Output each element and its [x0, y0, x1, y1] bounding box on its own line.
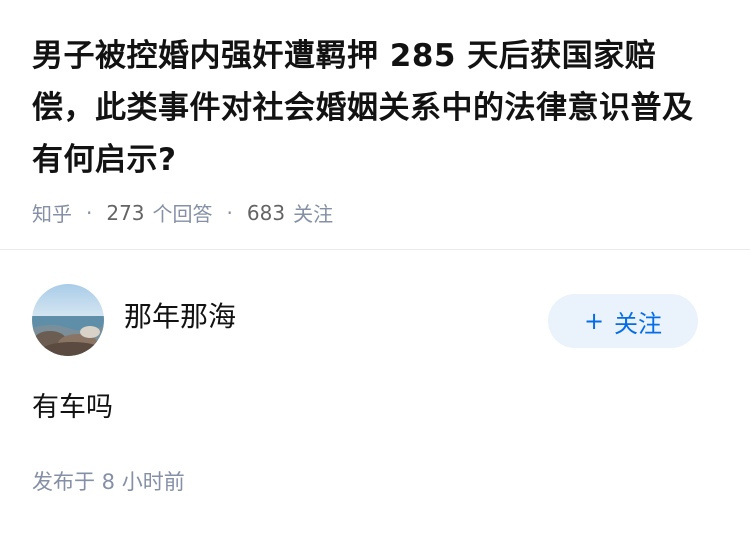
follow-button[interactable]: + 关注 — [548, 294, 698, 348]
author-row: 那年那海 + 关注 — [32, 284, 718, 356]
avatar[interactable] — [32, 284, 104, 356]
answer-count: 273 — [106, 200, 145, 225]
author-name[interactable]: 那年那海 — [124, 295, 236, 335]
publish-time: 发布于 8 小时前 — [32, 470, 185, 494]
meta-separator: · — [86, 200, 93, 225]
answer-count-label: 个回答 — [152, 202, 213, 226]
answer-card: 那年那海 + 关注 有车吗 发布于 8 小时前 — [0, 250, 750, 496]
source-label[interactable]: 知乎 — [32, 198, 72, 227]
question-header: 男子被控婚内强奸遭羁押 285 天后获国家赔偿，此类事件对社会婚姻关系中的法律意… — [0, 0, 750, 250]
question-title[interactable]: 男子被控婚内强奸遭羁押 285 天后获国家赔偿，此类事件对社会婚姻关系中的法律意… — [32, 30, 718, 186]
plus-icon: + — [583, 307, 605, 335]
follow-count-label: 关注 — [293, 202, 334, 226]
follow-count: 683 — [246, 200, 286, 225]
answer-content[interactable]: 有车吗 — [32, 388, 718, 428]
meta-separator: · — [226, 200, 233, 225]
zhihu-page: 男子被控婚内强奸遭羁押 285 天后获国家赔偿，此类事件对社会婚姻关系中的法律意… — [0, 0, 750, 534]
follow-button-label: 关注 — [614, 309, 663, 338]
avatar-image — [32, 284, 104, 356]
question-meta: 知乎 · 273 个回答 · 683 关注 — [32, 198, 718, 227]
